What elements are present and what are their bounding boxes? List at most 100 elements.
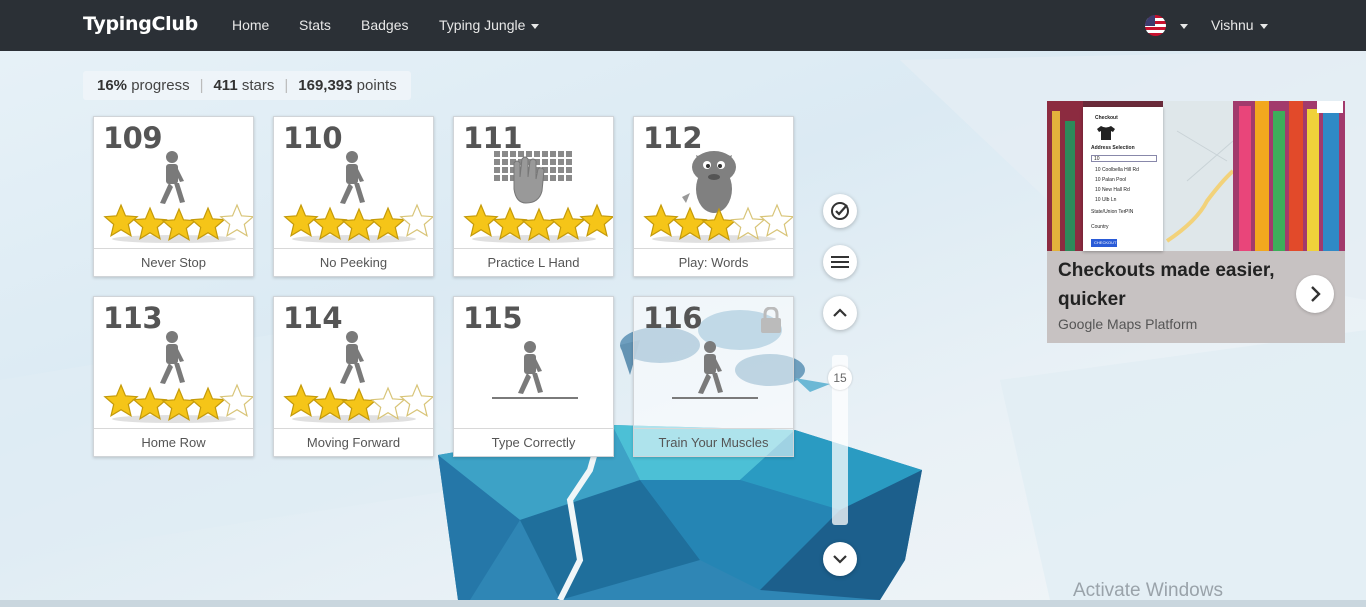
star-filled-icon xyxy=(579,203,613,238)
chevron-down-icon xyxy=(833,555,847,564)
lesson-title: Practice L Hand xyxy=(454,248,613,276)
star-filled-icon xyxy=(103,203,139,238)
star-filled-icon xyxy=(550,206,586,241)
ad-field-label: PIN xyxy=(1125,209,1134,215)
scroll-up-button[interactable] xyxy=(823,296,857,330)
check-circle-icon xyxy=(831,202,849,220)
lesson-title: Never Stop xyxy=(94,248,253,276)
lesson-card-109[interactable]: 109 Never Stop xyxy=(93,116,254,277)
ad-source: Google Maps Platform xyxy=(1058,316,1198,332)
lesson-card-115[interactable]: 115 Type Correctly xyxy=(453,296,614,457)
lesson-illustration xyxy=(103,151,253,243)
star-filled-icon xyxy=(643,203,679,238)
level-indicator[interactable]: 15 xyxy=(828,366,852,390)
star-filled-icon xyxy=(132,206,168,241)
star-filled-icon xyxy=(312,386,348,421)
star-filled-icon xyxy=(103,383,139,418)
lock-icon xyxy=(761,307,781,333)
lesson-illustration xyxy=(283,331,433,423)
progress-summary: 16% progress | 411 stars | 169,393 point… xyxy=(83,71,411,100)
points-label: points xyxy=(356,77,397,94)
lesson-illustration xyxy=(463,151,613,243)
star-filled-icon xyxy=(132,386,168,421)
advertisement[interactable]: Checkout Address Selection 10 10 Coolbel… xyxy=(1047,101,1345,343)
star-filled-icon xyxy=(463,203,499,238)
star-filled-icon xyxy=(492,206,528,241)
scroll-down-button[interactable] xyxy=(823,542,857,576)
star-empty-icon xyxy=(730,206,766,241)
star-filled-icon xyxy=(370,206,406,241)
points-count: 169,393 xyxy=(298,77,353,94)
ad-title[interactable]: Checkouts made easier, quicker xyxy=(1058,256,1298,314)
user-menu[interactable]: Vishnu xyxy=(1211,17,1268,33)
star-filled-icon xyxy=(283,383,319,418)
lesson-card-113[interactable]: 113 Home Row xyxy=(93,296,254,457)
lesson-illustration xyxy=(492,341,578,399)
star-filled-icon xyxy=(312,206,348,241)
star-filled-icon xyxy=(672,206,708,241)
ad-next-button[interactable] xyxy=(1296,275,1334,313)
progress-percent: 16% xyxy=(97,77,128,94)
star-filled-icon xyxy=(190,206,226,241)
star-empty-icon xyxy=(399,383,433,418)
star-empty-icon xyxy=(219,203,253,238)
divider: | xyxy=(284,77,289,94)
chevron-down-icon[interactable] xyxy=(1180,24,1188,29)
lesson-title: Train Your Muscles xyxy=(634,428,793,456)
lesson-card-111[interactable]: 111 Practice L Hand xyxy=(453,116,614,277)
chevron-down-icon xyxy=(531,23,540,29)
windows-activation-watermark: Activate Windows xyxy=(1073,580,1223,601)
stars-label: stars xyxy=(241,77,275,94)
user-name: Vishnu xyxy=(1211,17,1254,33)
stars-count: 411 xyxy=(213,77,238,94)
lesson-title: Home Row xyxy=(94,428,253,456)
lesson-illustration xyxy=(103,331,253,423)
star-empty-icon xyxy=(759,203,793,238)
lesson-card-116[interactable]: 116 Train Your Muscles xyxy=(633,296,794,457)
ad-checkout-mockup: Checkout Address Selection 10 10 Coolbel… xyxy=(1083,107,1163,251)
nav-typing-jungle[interactable]: Typing Jungle xyxy=(439,17,540,33)
lesson-card-112[interactable]: 112 Play: Words xyxy=(633,116,794,277)
check-progress-button[interactable] xyxy=(823,194,857,228)
chevron-down-icon xyxy=(1259,23,1268,29)
ad-field-label: State/Union Ter xyxy=(1091,209,1126,215)
brand-logo[interactable]: TypingClub xyxy=(83,13,198,35)
nav-badges[interactable]: Badges xyxy=(361,17,408,33)
star-empty-icon xyxy=(370,386,406,421)
ad-checkout-title: Checkout xyxy=(1095,115,1118,121)
nav-home[interactable]: Home xyxy=(232,17,269,33)
star-empty-icon xyxy=(399,203,433,238)
star-filled-icon xyxy=(283,203,319,238)
ad-address-item: 10 New Hall Rd xyxy=(1095,187,1130,193)
lesson-illustration xyxy=(643,151,793,243)
lesson-title: Play: Words xyxy=(634,248,793,276)
ad-address-item: 10 Ulb Ln xyxy=(1095,197,1117,203)
star-empty-icon xyxy=(219,383,253,418)
ad-field-label: Country xyxy=(1091,224,1109,230)
nav-typing-jungle-label: Typing Jungle xyxy=(439,17,526,33)
us-flag-icon[interactable] xyxy=(1145,15,1166,36)
ad-address-item: 10 Palan Pool xyxy=(1095,177,1127,183)
lesson-title: Moving Forward xyxy=(274,428,433,456)
hamburger-icon xyxy=(831,256,849,268)
lesson-title: No Peeking xyxy=(274,248,433,276)
nav-stats[interactable]: Stats xyxy=(299,17,331,33)
lesson-illustration xyxy=(283,151,433,243)
lesson-card-110[interactable]: 110 No Peeking xyxy=(273,116,434,277)
ad-search-value: 10 xyxy=(1094,156,1100,162)
star-filled-icon xyxy=(190,386,226,421)
lesson-card-114[interactable]: 114 Moving Forward xyxy=(273,296,434,457)
ad-address-label: Address Selection xyxy=(1091,145,1135,151)
chevron-up-icon xyxy=(833,308,847,317)
menu-button[interactable] xyxy=(823,245,857,279)
lesson-title: Type Correctly xyxy=(454,428,613,456)
tshirt-icon xyxy=(1097,126,1115,140)
divider: | xyxy=(199,77,204,94)
ad-search-box: 10 xyxy=(1091,155,1157,162)
ad-choices-icon[interactable] xyxy=(1317,101,1343,113)
ad-address-item: 10 Coolbella Hill Rd xyxy=(1095,167,1139,173)
top-navbar: TypingClub Home Stats Badges Typing Jung… xyxy=(0,0,1366,51)
progress-label: progress xyxy=(131,77,190,94)
lesson-illustration xyxy=(672,341,758,399)
ad-checkout-button: CHECKOUT xyxy=(1091,239,1117,247)
